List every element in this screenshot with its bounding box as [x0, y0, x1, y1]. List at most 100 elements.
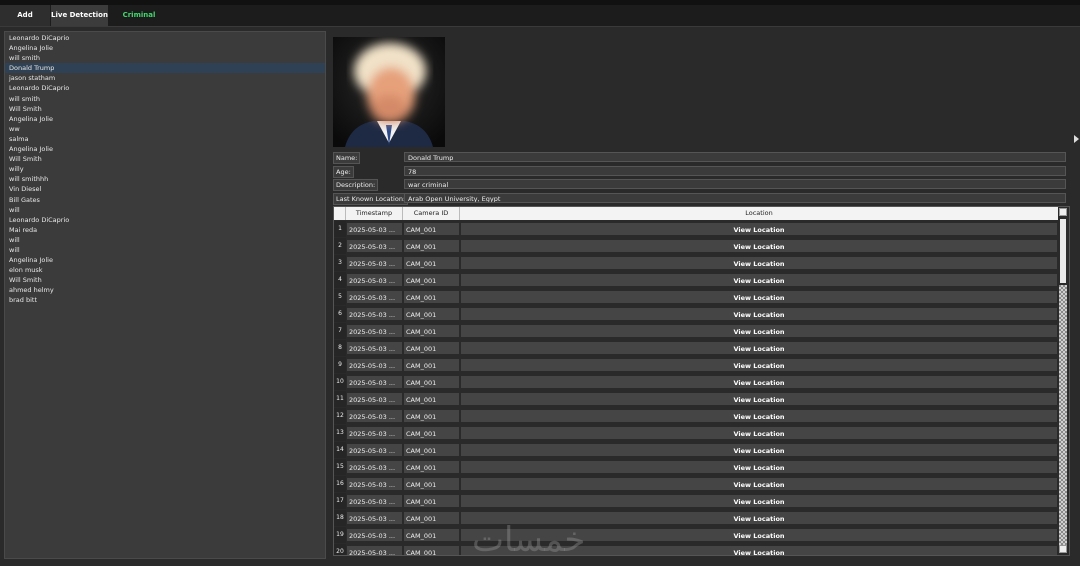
list-item[interactable]: Leonardo DiCaprio — [5, 33, 325, 43]
camera-id-cell[interactable]: CAM_001 — [403, 528, 460, 542]
view-location-button[interactable]: View Location — [460, 273, 1058, 287]
view-location-button[interactable]: View Location — [460, 256, 1058, 270]
list-item[interactable]: will — [5, 205, 325, 215]
view-location-button[interactable]: View Location — [460, 545, 1058, 555]
timestamp-cell[interactable]: 2025-05-03 ... — [346, 239, 403, 253]
timestamp-cell[interactable]: 2025-05-03 ... — [346, 273, 403, 287]
table-row[interactable]: 14 2025-05-03 ... CAM_001 View Location — [334, 442, 1058, 458]
table-row[interactable]: 8 2025-05-03 ... CAM_001 View Location — [334, 340, 1058, 356]
table-row[interactable]: 11 2025-05-03 ... CAM_001 View Location — [334, 391, 1058, 407]
list-item[interactable]: jason statham — [5, 73, 325, 83]
timestamp-cell[interactable]: 2025-05-03 ... — [346, 443, 403, 457]
timestamp-cell[interactable]: 2025-05-03 ... — [346, 392, 403, 406]
list-item[interactable]: salma — [5, 134, 325, 144]
view-location-button[interactable]: View Location — [460, 375, 1058, 389]
view-location-button[interactable]: View Location — [460, 460, 1058, 474]
timestamp-cell[interactable]: 2025-05-03 ... — [346, 460, 403, 474]
list-item[interactable]: will — [5, 245, 325, 255]
timestamp-cell[interactable]: 2025-05-03 ... — [346, 511, 403, 525]
view-location-button[interactable]: View Location — [460, 409, 1058, 423]
list-item[interactable]: will — [5, 235, 325, 245]
age-field[interactable]: 78 — [404, 166, 1066, 176]
timestamp-cell[interactable]: 2025-05-03 ... — [346, 307, 403, 321]
timestamp-cell[interactable]: 2025-05-03 ... — [346, 256, 403, 270]
table-row[interactable]: 2 2025-05-03 ... CAM_001 View Location — [334, 238, 1058, 254]
view-location-button[interactable]: View Location — [460, 324, 1058, 338]
list-item[interactable]: Donald Trump — [5, 63, 325, 74]
timestamp-cell[interactable]: 2025-05-03 ... — [346, 426, 403, 440]
list-item[interactable]: Vin Diesel — [5, 184, 325, 194]
tab-criminal-details[interactable]: Criminal Details — [109, 5, 169, 40]
camera-id-cell[interactable]: CAM_001 — [403, 222, 460, 236]
table-row[interactable]: 20 2025-05-03 ... CAM_001 View Location — [334, 544, 1058, 555]
name-field[interactable]: Donald Trump — [404, 152, 1066, 162]
camera-id-cell[interactable]: CAM_001 — [403, 460, 460, 474]
camera-id-cell[interactable]: CAM_001 — [403, 426, 460, 440]
timestamp-header[interactable]: Timestamp — [346, 207, 403, 220]
view-location-button[interactable]: View Location — [460, 528, 1058, 542]
location-header[interactable]: Location — [460, 207, 1058, 220]
camera-id-header[interactable]: Camera ID — [403, 207, 460, 220]
list-item[interactable]: Angelina Jolie — [5, 43, 325, 53]
timestamp-cell[interactable]: 2025-05-03 ... — [346, 290, 403, 304]
list-item[interactable]: brad bitt — [5, 295, 325, 305]
table-row[interactable]: 13 2025-05-03 ... CAM_001 View Location — [334, 425, 1058, 441]
list-item[interactable]: Angelina Jolie — [5, 114, 325, 124]
view-location-button[interactable]: View Location — [460, 341, 1058, 355]
camera-id-cell[interactable]: CAM_001 — [403, 273, 460, 287]
camera-id-cell[interactable]: CAM_001 — [403, 545, 460, 555]
table-scrollbar[interactable] — [1058, 207, 1068, 555]
list-item[interactable]: Will Smith — [5, 154, 325, 164]
list-item[interactable]: ww — [5, 124, 325, 134]
camera-id-cell[interactable]: CAM_001 — [403, 324, 460, 338]
camera-id-cell[interactable]: CAM_001 — [403, 477, 460, 491]
camera-id-cell[interactable]: CAM_001 — [403, 307, 460, 321]
table-row[interactable]: 19 2025-05-03 ... CAM_001 View Location — [334, 527, 1058, 543]
camera-id-cell[interactable]: CAM_001 — [403, 375, 460, 389]
camera-id-cell[interactable]: CAM_001 — [403, 443, 460, 457]
view-location-button[interactable]: View Location — [460, 443, 1058, 457]
timestamp-cell[interactable]: 2025-05-03 ... — [346, 375, 403, 389]
list-item[interactable]: Will Smith — [5, 275, 325, 285]
camera-id-cell[interactable]: CAM_001 — [403, 239, 460, 253]
list-item[interactable]: Leonardo DiCaprio — [5, 83, 325, 93]
timestamp-cell[interactable]: 2025-05-03 ... — [346, 341, 403, 355]
view-location-button[interactable]: View Location — [460, 392, 1058, 406]
table-row[interactable]: 16 2025-05-03 ... CAM_001 View Location — [334, 476, 1058, 492]
list-item[interactable]: will smith — [5, 94, 325, 104]
table-row[interactable]: 9 2025-05-03 ... CAM_001 View Location — [334, 357, 1058, 373]
list-item[interactable]: elon musk — [5, 265, 325, 275]
timestamp-cell[interactable]: 2025-05-03 ... — [346, 528, 403, 542]
description-field[interactable]: war criminal — [404, 179, 1066, 189]
timestamp-cell[interactable]: 2025-05-03 ... — [346, 494, 403, 508]
scroll-up-button[interactable] — [1059, 208, 1067, 216]
camera-id-cell[interactable]: CAM_001 — [403, 511, 460, 525]
list-item[interactable]: ahmed helmy — [5, 285, 325, 295]
camera-id-cell[interactable]: CAM_001 — [403, 358, 460, 372]
view-location-button[interactable]: View Location — [460, 511, 1058, 525]
view-location-button[interactable]: View Location — [460, 494, 1058, 508]
list-item[interactable]: Angelina Jolie — [5, 255, 325, 265]
timestamp-cell[interactable]: 2025-05-03 ... — [346, 409, 403, 423]
tab-live-detection[interactable]: Live Detection — [51, 5, 108, 26]
view-location-button[interactable]: View Location — [460, 426, 1058, 440]
view-location-button[interactable]: View Location — [460, 222, 1058, 236]
camera-id-cell[interactable]: CAM_001 — [403, 494, 460, 508]
view-location-button[interactable]: View Location — [460, 290, 1058, 304]
camera-id-cell[interactable]: CAM_001 — [403, 392, 460, 406]
table-row[interactable]: 12 2025-05-03 ... CAM_001 View Location — [334, 408, 1058, 424]
timestamp-cell[interactable]: 2025-05-03 ... — [346, 477, 403, 491]
scroll-track[interactable] — [1059, 285, 1067, 545]
timestamp-cell[interactable]: 2025-05-03 ... — [346, 545, 403, 555]
table-row[interactable]: 6 2025-05-03 ... CAM_001 View Location — [334, 306, 1058, 322]
table-row[interactable]: 15 2025-05-03 ... CAM_001 View Location — [334, 459, 1058, 475]
list-item[interactable]: willy — [5, 164, 325, 174]
table-row[interactable]: 5 2025-05-03 ... CAM_001 View Location — [334, 289, 1058, 305]
camera-id-cell[interactable]: CAM_001 — [403, 409, 460, 423]
camera-id-cell[interactable]: CAM_001 — [403, 256, 460, 270]
table-row[interactable]: 4 2025-05-03 ... CAM_001 View Location — [334, 272, 1058, 288]
list-item[interactable]: Will Smith — [5, 104, 325, 114]
list-item[interactable]: Bill Gates — [5, 195, 325, 205]
table-row[interactable]: 10 2025-05-03 ... CAM_001 View Location — [334, 374, 1058, 390]
view-location-button[interactable]: View Location — [460, 307, 1058, 321]
